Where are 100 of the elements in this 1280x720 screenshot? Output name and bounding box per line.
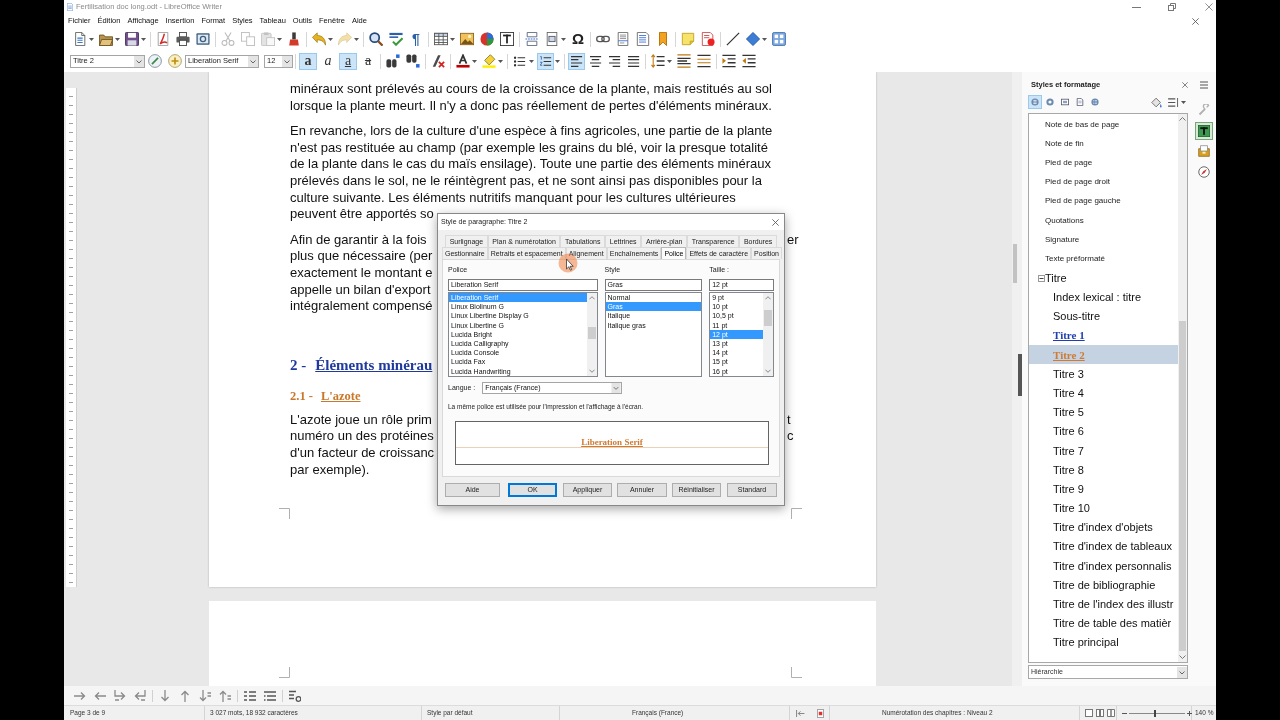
- style-item[interactable]: Titre d'index d'objets: [1029, 517, 1178, 538]
- list-lines-icon[interactable]: [244, 689, 256, 702]
- style-item[interactable]: Titre de table des matièr: [1029, 613, 1178, 634]
- close-icon[interactable]: [1182, 82, 1188, 88]
- list-style-icon[interactable]: [1088, 95, 1102, 109]
- compass-icon[interactable]: [1195, 163, 1213, 181]
- dropdown-arrow-icon[interactable]: [141, 37, 146, 41]
- dropdown-arrow-icon[interactable]: [555, 59, 560, 63]
- style-item[interactable]: Titre 3: [1029, 364, 1178, 384]
- style-item[interactable]: Pied de page: [1029, 153, 1178, 173]
- dropdown-arrow-icon[interactable]: [667, 59, 672, 63]
- line-icon[interactable]: [726, 32, 740, 46]
- folder-icon[interactable]: [99, 32, 113, 46]
- new-style-icon[interactable]: [168, 54, 182, 68]
- pie-chart-icon[interactable]: [480, 32, 494, 46]
- arrow-down-icon[interactable]: [159, 689, 171, 702]
- scrollbar[interactable]: [763, 293, 773, 376]
- minus-icon[interactable]: [1122, 712, 1127, 714]
- subscript-icon[interactable]: [406, 54, 420, 68]
- scrollbar-thumb[interactable]: [1013, 244, 1017, 283]
- style-item[interactable]: Titre 4: [1029, 383, 1178, 403]
- style-item[interactable]: Titre de l'index des illustr: [1029, 594, 1178, 614]
- footnote-icon[interactable]: [616, 32, 630, 46]
- style-item[interactable]: Titre 5: [1029, 402, 1178, 422]
- field-icon[interactable]: [545, 32, 559, 46]
- style-item[interactable]: Texte préformaté: [1029, 249, 1178, 269]
- strikethrough-button[interactable]: a: [359, 52, 377, 70]
- list-gear-icon[interactable]: [289, 689, 301, 702]
- zoom-slider[interactable]: [1129, 709, 1185, 717]
- close-icon[interactable]: [772, 218, 779, 226]
- list-lines-icon[interactable]: [264, 689, 276, 702]
- underline-button[interactable]: a: [339, 52, 357, 70]
- bent-arrow-right-icon[interactable]: [114, 689, 126, 702]
- dropdown-arrow-icon[interactable]: [762, 37, 767, 41]
- style-item[interactable]: Titre: [1029, 268, 1178, 288]
- single-page-icon[interactable]: [1085, 709, 1093, 717]
- style-item[interactable]: Titre principal: [1029, 633, 1178, 653]
- scrollbar-thumb[interactable]: [764, 310, 772, 326]
- splitter-handle[interactable]: [1018, 354, 1022, 396]
- indent-increase-icon[interactable]: [722, 54, 736, 68]
- style-item[interactable]: Titre de bibliographie: [1029, 575, 1178, 595]
- dropdown-arrow-icon[interactable]: [472, 59, 477, 63]
- book-view-icon[interactable]: [1107, 709, 1115, 717]
- character-style-icon[interactable]: [1043, 95, 1057, 109]
- bold-button[interactable]: a: [299, 52, 317, 70]
- document-modified-icon[interactable]: [817, 708, 824, 718]
- table-icon[interactable]: [434, 32, 448, 46]
- paragraph-spacing-decrease-icon[interactable]: [697, 54, 711, 68]
- indent-decrease-icon[interactable]: [742, 54, 756, 68]
- style-item[interactable]: Titre 8: [1029, 460, 1178, 480]
- search-icon[interactable]: [369, 32, 383, 46]
- printer-icon[interactable]: [176, 32, 190, 46]
- slider-thumb[interactable]: [1154, 709, 1157, 717]
- spell-check-icon[interactable]: [389, 32, 403, 46]
- scrollbar-thumb[interactable]: [1179, 321, 1186, 651]
- paintbrush-icon[interactable]: [287, 32, 301, 46]
- dropdown-arrow-icon[interactable]: [450, 37, 455, 41]
- arrow-up-icon[interactable]: [179, 689, 191, 702]
- scrollbar-thumb[interactable]: [587, 327, 596, 339]
- special-character-button[interactable]: Ω: [571, 31, 585, 47]
- diamond-icon[interactable]: [746, 32, 760, 46]
- align-left-icon[interactable]: [568, 52, 585, 70]
- superscript-icon[interactable]: [386, 54, 400, 68]
- page-break-icon[interactable]: [525, 32, 539, 46]
- bookmark-flag-icon[interactable]: [656, 32, 670, 46]
- style-item[interactable]: Note de bas de page: [1029, 115, 1178, 135]
- scrollbar[interactable]: [1012, 72, 1018, 686]
- paragraph-spacing-increase-icon[interactable]: [677, 54, 691, 68]
- arrow-up-lines-icon[interactable]: [219, 689, 231, 702]
- formatting-marks-button[interactable]: ¶: [410, 31, 422, 47]
- close-icon[interactable]: [1205, 3, 1213, 11]
- italic-button[interactable]: a: [319, 52, 337, 70]
- tree-toggle-icon[interactable]: [1038, 274, 1045, 282]
- lines-icon[interactable]: [1168, 97, 1179, 107]
- bent-arrow-left-icon[interactable]: [134, 689, 146, 702]
- style-item[interactable]: Signature: [1029, 230, 1178, 250]
- print-preview-icon[interactable]: [196, 32, 210, 46]
- style-item[interactable]: Titre d'index de tableaux: [1029, 537, 1178, 557]
- dropdown-arrow-icon[interactable]: [354, 37, 359, 41]
- style-item[interactable]: Titre 6: [1029, 422, 1178, 442]
- style-item[interactable]: Titre d'index personnalis: [1029, 556, 1178, 576]
- numbered-list-icon[interactable]: [537, 52, 554, 70]
- style-item[interactable]: Sous-titre: [1029, 306, 1178, 327]
- scrollbar[interactable]: [586, 293, 597, 376]
- line-spacing-icon[interactable]: [651, 54, 665, 68]
- image-icon[interactable]: [460, 32, 474, 46]
- style-update-icon[interactable]: [148, 54, 162, 68]
- selection-mode-icon[interactable]: [796, 709, 805, 717]
- plus-icon[interactable]: [1187, 710, 1192, 716]
- style-item[interactable]: Index lexical : titre: [1029, 287, 1178, 307]
- styles-icon[interactable]: [1195, 122, 1213, 140]
- style-item[interactable]: Titre 7: [1029, 441, 1178, 461]
- pdf-icon[interactable]: [156, 32, 170, 46]
- font-color-icon[interactable]: [456, 54, 470, 68]
- highlighter-icon[interactable]: [482, 54, 496, 68]
- minimize-icon[interactable]: [1132, 6, 1141, 8]
- chevron-down-icon[interactable]: [1179, 655, 1186, 659]
- restore-icon[interactable]: [1168, 3, 1176, 11]
- scrollbar[interactable]: [1178, 114, 1187, 662]
- style-item[interactable]: Titre 1: [1029, 326, 1178, 346]
